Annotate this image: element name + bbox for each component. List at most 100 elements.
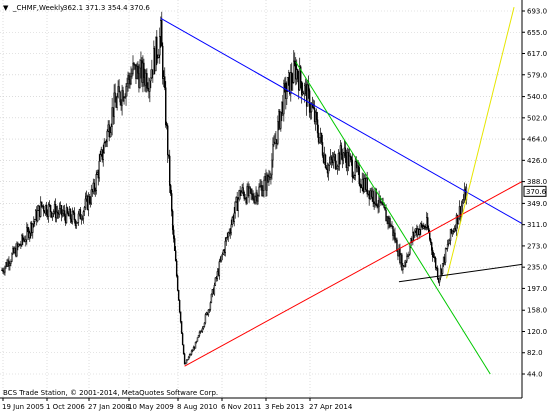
candle-body — [340, 145, 343, 155]
y-tick-label: 502.0 — [527, 114, 547, 122]
candle-body — [315, 112, 318, 120]
candle-body — [286, 91, 288, 100]
candle-body — [271, 159, 273, 176]
candle-body — [300, 81, 303, 95]
candle-body — [342, 152, 345, 161]
candle-body — [34, 219, 36, 222]
candle-body — [156, 36, 158, 58]
candle-body — [252, 193, 254, 200]
candle-body — [430, 239, 432, 243]
y-tick-label: 311.0 — [527, 221, 547, 229]
price-tag-text: 370.6 — [526, 188, 547, 196]
candle-body — [213, 284, 216, 295]
candle-body — [9, 263, 11, 267]
y-tick-label: 235.0 — [527, 264, 547, 272]
candle-body — [359, 183, 361, 187]
candle-body — [431, 250, 434, 258]
candle-body — [351, 159, 354, 178]
candle-body — [109, 132, 111, 138]
candle-body — [150, 77, 152, 82]
candle-body — [198, 332, 201, 336]
candle-body — [327, 165, 330, 174]
candle-body — [149, 80, 151, 92]
candle-body — [170, 185, 172, 194]
candle-body — [430, 242, 433, 251]
candle-body — [429, 232, 431, 240]
candle-body — [194, 341, 197, 349]
candle-body — [175, 260, 178, 277]
candle-body — [119, 91, 121, 103]
y-tick-label: 388.0 — [527, 178, 547, 186]
y-tick-label: 464.0 — [527, 136, 547, 144]
y-tick-label: 273.0 — [527, 242, 547, 250]
candle-body — [103, 142, 105, 154]
candle-body — [137, 65, 139, 74]
candle-body — [336, 165, 339, 169]
candle-body — [25, 239, 27, 242]
candle-body — [177, 290, 180, 301]
candle-body — [293, 60, 295, 83]
candle-body — [461, 202, 464, 207]
candle-body — [51, 213, 54, 218]
candle-body — [203, 322, 206, 327]
y-tick-label: 579.0 — [527, 71, 547, 79]
candle-body — [26, 227, 28, 241]
candle-body — [294, 60, 296, 65]
y-tick-label: 158.0 — [527, 307, 547, 315]
y-tick-label: 120.0 — [527, 328, 547, 336]
candle-body — [358, 167, 360, 185]
y-tick-label: 44.0 — [527, 371, 543, 379]
x-tick-label: 3 Feb 2013 — [265, 403, 304, 411]
candle-body — [58, 208, 61, 215]
candlestick-chart[interactable]: 693.0 655.0 617.0 579.0 540.0 502.0 464.0 426.0… — [0, 0, 550, 413]
candle-body — [240, 192, 242, 196]
candle-body — [201, 328, 204, 332]
y-tick-label: 655.0 — [527, 29, 547, 37]
candle-body — [270, 174, 272, 178]
candle-body — [183, 353, 186, 365]
candle-body — [404, 262, 406, 267]
x-tick-label: 6 Nov 2011 — [221, 403, 261, 411]
candle-body — [444, 248, 447, 263]
ohlc-label: 362.1 371.3 354.4 370.6 — [63, 4, 150, 12]
candle-body — [209, 302, 212, 310]
candle-body — [257, 195, 259, 202]
candle-body — [262, 190, 264, 197]
candle-body — [161, 20, 163, 47]
candle-body — [29, 232, 31, 239]
candle-body — [77, 213, 80, 223]
candle-body — [37, 210, 39, 222]
menu-glyph[interactable]: ▼ — [3, 4, 9, 12]
candle-body — [350, 156, 353, 161]
candle-body — [167, 125, 169, 156]
candle-body — [159, 36, 161, 56]
y-tick-label: 197.0 — [527, 285, 547, 293]
candle-body — [207, 309, 210, 316]
copyright-text: BCS Trade Station, © 2001-2014, MetaQuot… — [3, 389, 218, 397]
candle-body — [242, 187, 244, 193]
candle-body — [95, 174, 97, 191]
candle-body — [321, 142, 324, 156]
x-tick-label: 10 May 2009 — [128, 403, 174, 411]
candle-body — [446, 244, 449, 249]
candle-body — [250, 188, 252, 194]
y-tick-label: 617.0 — [527, 50, 547, 58]
candle-body — [176, 275, 179, 291]
candle-body — [254, 196, 256, 203]
candle-body — [344, 147, 347, 157]
candle-body — [169, 155, 171, 186]
candle-body — [170, 193, 173, 212]
candle-body — [230, 224, 232, 234]
candle-body — [307, 84, 310, 92]
chart-window[interactable]: 693.0 655.0 617.0 579.0 540.0 502.0 464.0 426.0… — [0, 0, 550, 413]
candle-body — [297, 69, 299, 78]
symbol-label: _CHMF,Weekly — [12, 4, 64, 12]
candle-body — [69, 209, 72, 220]
candle-body — [220, 255, 223, 262]
candle-body — [414, 230, 416, 237]
candle-body — [405, 260, 407, 263]
candle-body — [441, 263, 444, 274]
candle-body — [332, 156, 335, 164]
candle-body — [204, 314, 207, 324]
candle-body — [116, 96, 118, 108]
